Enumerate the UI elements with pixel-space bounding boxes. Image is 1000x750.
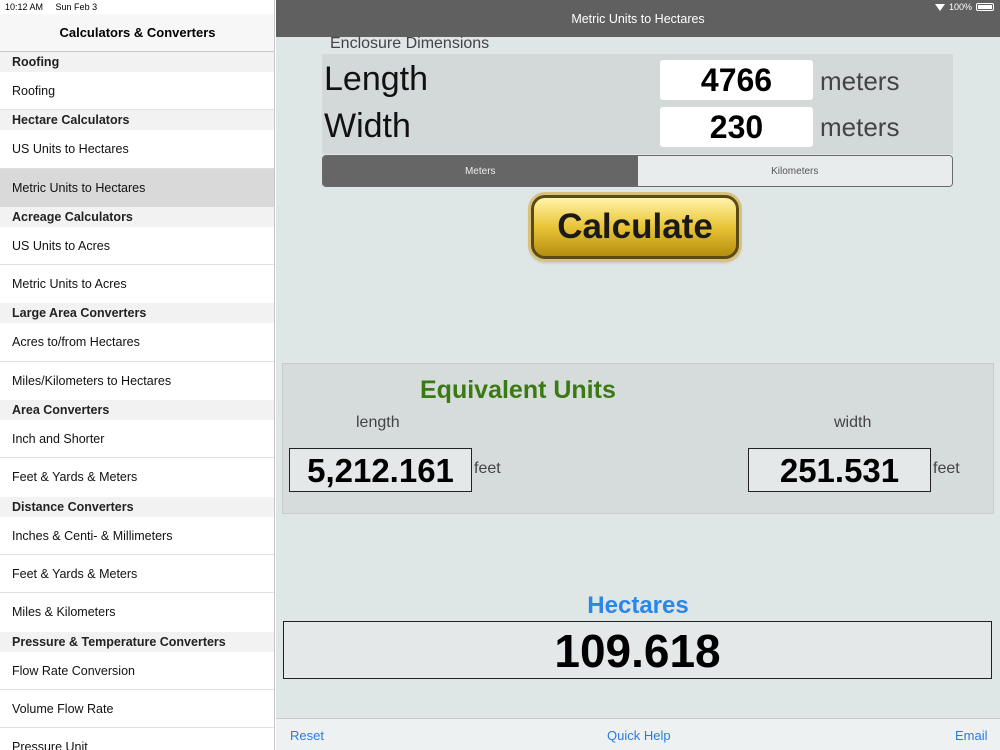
sidebar-item-distance-feet-yards-meters[interactable]: Feet & Yards & Meters	[0, 554, 274, 594]
dimensions-panel: Length 4766 meters Width 230 meters	[322, 54, 953, 154]
equiv-length-value: 5,212.161	[289, 448, 472, 492]
unit-segmented-control: Meters Kilometers	[322, 155, 953, 187]
section-header-roofing: Roofing	[0, 52, 274, 72]
hectares-value: 109.618	[283, 621, 992, 679]
equiv-width-value: 251.531	[748, 448, 931, 492]
equiv-width-label: width	[834, 414, 872, 431]
sidebar-item-inch-shorter[interactable]: Inch and Shorter	[0, 420, 274, 459]
sidebar-item-area-feet-yards-meters[interactable]: Feet & Yards & Meters	[0, 458, 274, 497]
sidebar-list: Roofing Roofing Hectare Calculators US U…	[0, 52, 274, 750]
section-header-area: Area Converters	[0, 400, 274, 421]
sidebar-item-metric-to-acres[interactable]: Metric Units to Acres	[0, 265, 274, 304]
sidebar: 10:12 AM Sun Feb 3 Calculators & Convert…	[0, 0, 275, 750]
length-input[interactable]: 4766	[660, 60, 813, 100]
width-label: Width	[324, 107, 411, 145]
equivalent-units-panel: Equivalent Units length width 5,212.161 …	[282, 363, 994, 514]
hectares-label: Hectares	[587, 592, 689, 619]
sidebar-item-us-to-hectares[interactable]: US Units to Hectares	[0, 130, 274, 169]
sidebar-item-pressure-unit[interactable]: Pressure Unit	[0, 728, 274, 750]
sidebar-item-volume-flow[interactable]: Volume Flow Rate	[0, 689, 274, 729]
sidebar-item-us-to-acres[interactable]: US Units to Acres	[0, 226, 274, 266]
page-title: Metric Units to Hectares	[571, 12, 705, 26]
section-header-distance: Distance Converters	[0, 496, 274, 517]
sidebar-item-flow-rate[interactable]: Flow Rate Conversion	[0, 651, 274, 690]
battery-percent: 100%	[948, 2, 972, 12]
sidebar-title: Calculators & Converters	[0, 14, 274, 52]
quick-help-button[interactable]: Quick Help	[607, 728, 671, 743]
equiv-length-label: length	[356, 414, 400, 431]
main-panel: Metric Units to Hectares 100% Enclosure …	[276, 0, 1000, 750]
bottom-toolbar: Reset Quick Help Email	[276, 718, 1000, 750]
sidebar-item-acres-hectares[interactable]: Acres to/from Hectares	[0, 323, 274, 362]
enclosure-dimensions-label: Enclosure Dimensions	[330, 35, 490, 52]
nav-bar: Metric Units to Hectares 100%	[276, 0, 1000, 37]
width-unit: meters	[820, 112, 900, 142]
sidebar-item-roofing[interactable]: Roofing	[0, 72, 274, 111]
sidebar-item-miles-km[interactable]: Miles & Kilometers	[0, 593, 274, 632]
width-input[interactable]: 230	[660, 107, 813, 147]
equivalent-units-title: Equivalent Units	[420, 376, 616, 404]
calculate-button[interactable]: Calculate	[531, 195, 739, 259]
sidebar-item-miles-km-hectares[interactable]: Miles/Kilometers to Hectares	[0, 361, 274, 401]
segment-kilometers[interactable]: Kilometers	[637, 156, 952, 186]
status-time: 10:12 AM	[5, 2, 44, 12]
sidebar-item-inches-centi-milli[interactable]: Inches & Centi- & Millimeters	[0, 516, 274, 555]
section-header-pressure-temp: Pressure & Temperature Converters	[0, 631, 274, 652]
status-bar-left: 10:12 AM Sun Feb 3	[5, 2, 107, 12]
battery-icon	[976, 3, 994, 11]
status-bar-right: 100%	[934, 2, 994, 12]
section-header-large-area: Large Area Converters	[0, 303, 274, 324]
equiv-length-unit: feet	[474, 460, 501, 477]
sidebar-item-metric-to-hectares[interactable]: Metric Units to Hectares	[0, 168, 274, 207]
reset-button[interactable]: Reset	[290, 728, 324, 743]
email-button[interactable]: Email	[955, 728, 988, 743]
section-header-acreage: Acreage Calculators	[0, 206, 274, 227]
segment-meters[interactable]: Meters	[323, 156, 638, 186]
length-unit: meters	[820, 66, 900, 96]
length-label: Length	[324, 60, 428, 98]
status-date: Sun Feb 3	[55, 2, 98, 12]
section-header-hectare: Hectare Calculators	[0, 110, 274, 131]
equiv-width-unit: feet	[933, 460, 960, 477]
wifi-icon	[934, 3, 945, 11]
